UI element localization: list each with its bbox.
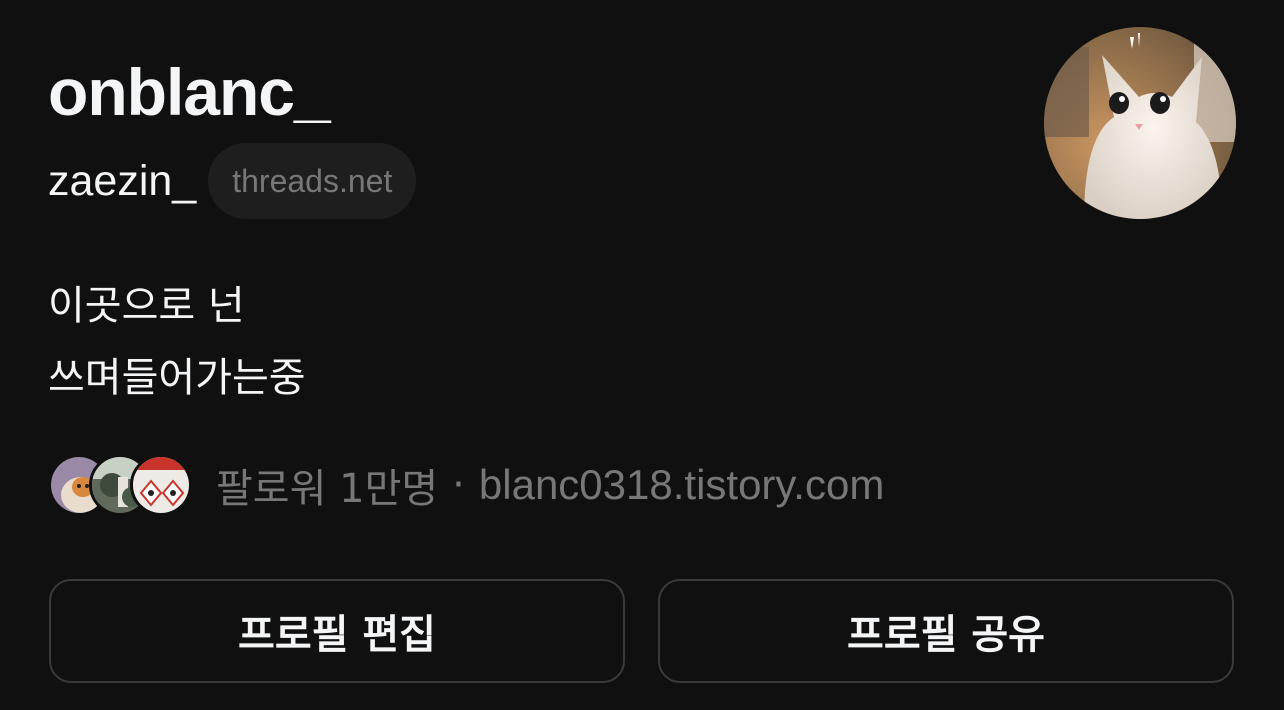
share-profile-button[interactable]: 프로필 공유: [658, 579, 1234, 683]
domain-badge[interactable]: threads.net: [208, 143, 417, 219]
profile-meta: 팔로워 1만명 · blanc0318.tistory.com: [48, 454, 884, 516]
profile-avatar[interactable]: [1044, 27, 1236, 219]
cat-photo-icon: [1044, 27, 1236, 219]
handle-row: zaezin_ threads.net: [48, 143, 417, 219]
danger-sign-photo-icon: [133, 457, 189, 513]
follower-avatar: [130, 454, 192, 516]
username: zaezin_: [48, 156, 197, 205]
follower-avatars[interactable]: [48, 454, 192, 516]
edit-profile-button[interactable]: 프로필 편집: [49, 579, 625, 683]
bio-line: 쓰며들어가는중: [48, 355, 306, 401]
meta-separator: ·: [452, 462, 465, 508]
bio-line: 이곳으로 넌: [48, 283, 245, 329]
bio: 이곳으로 넌 쓰며들어가는중: [48, 270, 306, 414]
profile-link[interactable]: blanc0318.tistory.com: [479, 461, 884, 509]
followers-count[interactable]: 팔로워 1만명: [216, 456, 438, 514]
meta-text: 팔로워 1만명 · blanc0318.tistory.com: [216, 456, 884, 514]
display-name: onblanc_: [48, 55, 331, 129]
